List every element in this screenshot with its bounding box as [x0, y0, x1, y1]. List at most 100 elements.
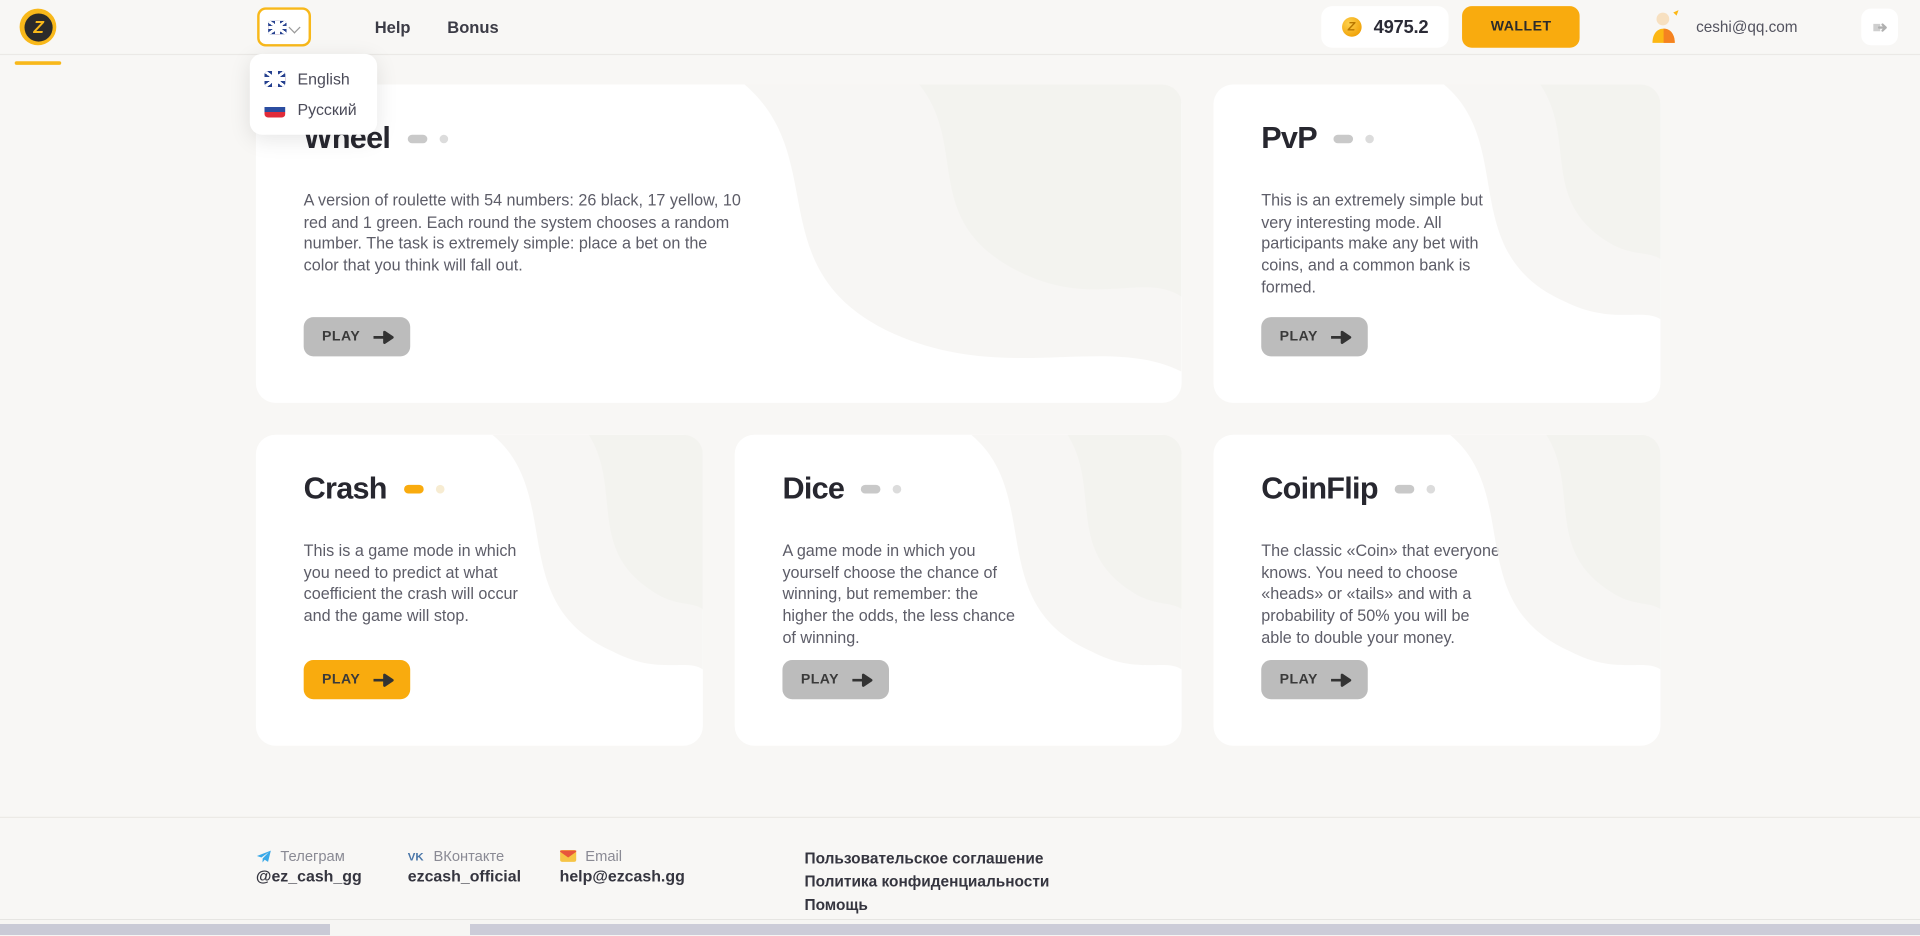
avatar-icon [1647, 9, 1684, 46]
footer-contact-header: Email [560, 847, 787, 864]
uk-flag-icon [264, 71, 285, 87]
game-card-pvp[interactable]: PvP This is an extremely simple but very… [1213, 84, 1660, 402]
footer-contact-telegram: Телеграм @ez_cash_gg [256, 847, 408, 917]
play-button-crash[interactable]: PLAY [304, 660, 411, 699]
games-grid: Wheel A version of roulette with 54 numb… [256, 84, 1664, 745]
user-email: ceshi@qq.com [1696, 18, 1797, 35]
card-description: A version of roulette with 54 numbers: 2… [304, 190, 745, 277]
footer-contact-value[interactable]: help@ezcash.gg [560, 867, 787, 885]
arrow-right-icon [853, 673, 874, 686]
arrow-right-icon [1331, 330, 1352, 343]
card-title: Dice [782, 471, 844, 507]
card-header: Wheel [304, 121, 1143, 157]
uk-flag-icon [268, 20, 286, 33]
footer-contact-label: ВКонтакте [433, 847, 504, 864]
language-option-label: Русский [298, 100, 357, 118]
logout-arrow-icon [1870, 18, 1888, 36]
footer-contact-value[interactable]: ezcash_official [408, 867, 560, 885]
play-button-pvp[interactable]: PLAY [1261, 317, 1368, 356]
game-card-wheel[interactable]: Wheel A version of roulette with 54 numb… [256, 84, 1182, 402]
footer-links: Пользовательское соглашение Политика кон… [804, 847, 1049, 917]
ru-flag-icon [264, 102, 285, 118]
card-header: Crash [304, 471, 664, 507]
play-button-label: PLAY [801, 672, 839, 687]
status-dot [1427, 485, 1436, 494]
status-pill [1395, 485, 1415, 494]
status-dot [1366, 135, 1375, 144]
footer-link-user-agreement[interactable]: Пользовательское соглашение [804, 847, 1049, 870]
footer-content: Телеграм @ez_cash_gg VK ВКонтакте ezcash… [256, 847, 1664, 917]
language-dropdown-menu: English Русский [250, 54, 377, 135]
vk-icon: VK [408, 848, 425, 864]
play-button-label: PLAY [322, 672, 360, 687]
card-header: Dice [782, 471, 1142, 507]
page-root: Z English Русский [0, 0, 1920, 936]
logo-glyph: Z [24, 13, 52, 41]
card-description: This is a game mode in which you need to… [304, 540, 546, 627]
footer-contact-label: Телеграм [280, 847, 344, 864]
footer-contact-vk: VK ВКонтакте ezcash_official [408, 847, 560, 917]
footer-link-help[interactable]: Помощь [804, 894, 1049, 917]
play-button-label: PLAY [1280, 329, 1318, 344]
games-section: Wheel A version of roulette with 54 numb… [0, 55, 1920, 746]
ez-cash-logo-icon: Z [20, 9, 57, 46]
game-card-crash[interactable]: Crash This is a game mode in which you n… [256, 435, 703, 746]
language-option-english[interactable]: English [250, 64, 377, 95]
scrollbar-thumb[interactable] [0, 924, 330, 935]
game-card-dice[interactable]: Dice A game mode in which you yourself c… [735, 435, 1182, 746]
play-button-dice[interactable]: PLAY [782, 660, 889, 699]
nav-item-bonus[interactable]: Bonus [447, 18, 498, 36]
telegram-icon [256, 848, 272, 864]
arrow-right-icon [1331, 673, 1352, 686]
card-header: PvP [1261, 121, 1621, 157]
status-pill [861, 485, 881, 494]
main-nav: Help Bonus [375, 18, 499, 36]
logout-button[interactable] [1861, 9, 1898, 46]
browser-viewport: Z English Русский [0, 0, 1920, 936]
language-selector-button[interactable] [257, 7, 311, 46]
footer-contact-value[interactable]: @ez_cash_gg [256, 867, 408, 885]
horizontal-scrollbar[interactable] [0, 919, 1920, 936]
avatar[interactable] [1647, 9, 1684, 46]
nav-item-help[interactable]: Help [375, 18, 411, 36]
site-logo[interactable]: Z [0, 0, 76, 54]
card-description: The classic «Coin» that everyone knows. … [1261, 540, 1503, 648]
footer-contact-email: Email help@ezcash.gg [560, 847, 787, 917]
status-pill [1334, 135, 1354, 144]
card-title: CoinFlip [1261, 471, 1378, 507]
card-description: This is an extremely simple but very int… [1261, 190, 1503, 298]
play-button-coinflip[interactable]: PLAY [1261, 660, 1368, 699]
language-selector: English Русский [257, 7, 311, 46]
footer-link-privacy-policy[interactable]: Политика конфиденциальности [804, 871, 1049, 894]
site-footer: Телеграм @ez_cash_gg VK ВКонтакте ezcash… [0, 817, 1920, 921]
wallet-button[interactable]: WALLET [1463, 6, 1580, 48]
language-option-label: English [298, 70, 350, 88]
language-option-russian[interactable]: Русский [250, 94, 377, 125]
status-dot [436, 485, 445, 494]
svg-text:VK: VK [408, 851, 425, 863]
arrow-right-icon [374, 330, 395, 343]
footer-contact-label: Email [585, 847, 622, 864]
play-button-wheel[interactable]: PLAY [304, 317, 411, 356]
balance-display[interactable]: Z 4975.2 [1321, 6, 1449, 48]
footer-contact-header: VK ВКонтакте [408, 847, 560, 864]
status-dot [893, 485, 902, 494]
status-dot [439, 135, 448, 144]
card-title: Crash [304, 471, 387, 507]
footer-contact-header: Телеграм [256, 847, 408, 864]
coin-icon: Z [1342, 17, 1362, 37]
game-card-coinflip[interactable]: CoinFlip The classic «Coin» that everyon… [1213, 435, 1660, 746]
header-right-group: Z 4975.2 WALLET ceshi@qq.com [1321, 6, 1898, 48]
play-button-label: PLAY [1280, 672, 1318, 687]
card-title: PvP [1261, 121, 1317, 157]
card-description: A game mode in which you yourself choose… [782, 540, 1024, 648]
site-header: Z English Русский [0, 0, 1920, 55]
status-pill [407, 135, 427, 144]
scrollbar-track[interactable] [470, 924, 1920, 935]
logo-active-indicator [15, 61, 62, 65]
card-header: CoinFlip [1261, 471, 1621, 507]
chevron-down-icon [290, 21, 301, 32]
status-pill [404, 485, 424, 494]
arrow-right-icon [374, 673, 395, 686]
email-icon [560, 849, 577, 864]
